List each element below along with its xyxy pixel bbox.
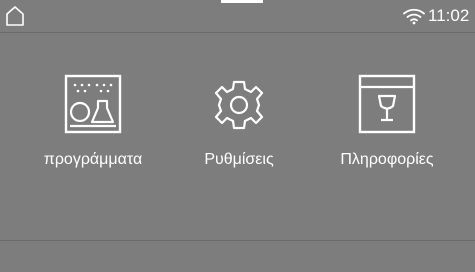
- screen: 11:02 προγράμματα Ρυθμίσεις Πληροφορίες: [0, 0, 475, 272]
- wifi-icon: [403, 8, 425, 25]
- pull-down-handle[interactable]: [221, 0, 263, 3]
- tile-programs[interactable]: προγράμματα: [23, 72, 163, 182]
- info-glass-icon: [358, 74, 416, 134]
- home-icon[interactable]: [4, 5, 26, 27]
- clock-time: 11:02: [428, 6, 470, 25]
- status-bar: 11:02: [0, 0, 475, 32]
- gear-icon: [214, 80, 264, 130]
- status-divider: [0, 32, 475, 33]
- dishwasher-programs-icon: [64, 74, 122, 134]
- bottom-divider: [0, 240, 475, 241]
- tile-information-label: Πληροφορίες: [340, 151, 434, 168]
- tile-settings-label: Ρυθμίσεις: [204, 151, 274, 168]
- tile-settings[interactable]: Ρυθμίσεις: [169, 72, 309, 182]
- tile-programs-label: προγράμματα: [43, 151, 143, 168]
- tile-information[interactable]: Πληροφορίες: [317, 72, 457, 182]
